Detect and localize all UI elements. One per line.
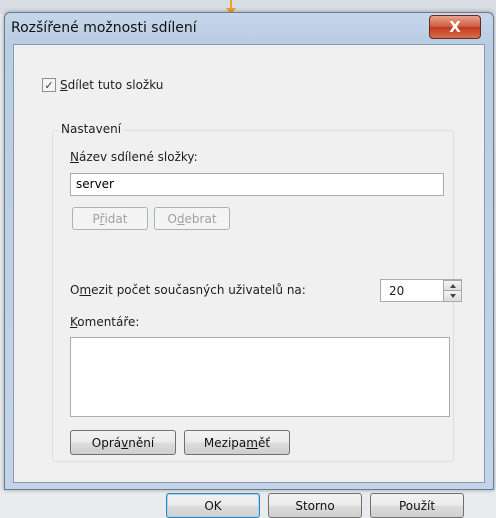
dialog-window: Rozšířené možnosti sdílení X ✓ Sdílet tu… bbox=[4, 12, 494, 518]
close-button[interactable]: X bbox=[429, 15, 481, 39]
comments-label: Komentáře: bbox=[70, 315, 140, 329]
apply-button-label: Použít bbox=[398, 498, 436, 513]
remove-button-label: Odebrat bbox=[167, 211, 217, 226]
permissions-button-label: Oprávnění bbox=[91, 435, 155, 450]
add-button[interactable]: Přidat bbox=[72, 207, 148, 230]
share-name-label: Název sdílené složky: bbox=[70, 150, 198, 164]
cancel-button[interactable]: Storno bbox=[268, 493, 362, 518]
share-name-input[interactable] bbox=[71, 174, 443, 194]
settings-group-legend: Nastavení bbox=[59, 122, 124, 136]
share-folder-checkbox-row[interactable]: ✓ Sdílet tuto složku bbox=[42, 78, 163, 92]
share-folder-checkbox[interactable]: ✓ bbox=[42, 78, 56, 92]
share-name-field[interactable] bbox=[70, 173, 444, 196]
caching-button-label: Mezipaměť bbox=[203, 435, 271, 450]
share-folder-label: Sdílet tuto složku bbox=[60, 78, 164, 92]
user-limit-spinbox[interactable]: 20 bbox=[380, 279, 462, 302]
comments-field[interactable] bbox=[70, 337, 450, 417]
title-bar[interactable]: Rozšířené možnosti sdílení X bbox=[5, 13, 493, 43]
cancel-button-label: Storno bbox=[295, 498, 335, 513]
ok-button[interactable]: OK bbox=[166, 493, 260, 518]
remove-button[interactable]: Odebrat bbox=[154, 207, 230, 230]
chevron-down-icon bbox=[449, 294, 456, 298]
user-limit-value[interactable]: 20 bbox=[389, 284, 404, 298]
checkmark-icon: ✓ bbox=[44, 78, 54, 92]
apply-button[interactable]: Použít bbox=[370, 493, 464, 518]
dialog-client-area: ✓ Sdílet tuto složku Nastavení Název sdí… bbox=[13, 44, 485, 518]
permissions-button[interactable]: Oprávnění bbox=[70, 430, 176, 455]
chevron-up-icon bbox=[449, 284, 456, 288]
spin-down-button[interactable] bbox=[443, 290, 462, 302]
ok-button-label: OK bbox=[204, 498, 222, 513]
window-title: Rozšířené možnosti sdílení bbox=[11, 20, 197, 36]
caching-button[interactable]: Mezipaměť bbox=[184, 430, 290, 455]
add-button-label: Přidat bbox=[92, 211, 128, 226]
user-limit-label: Omezit počet současných uživatelů na: bbox=[70, 283, 306, 297]
close-icon: X bbox=[449, 18, 461, 36]
